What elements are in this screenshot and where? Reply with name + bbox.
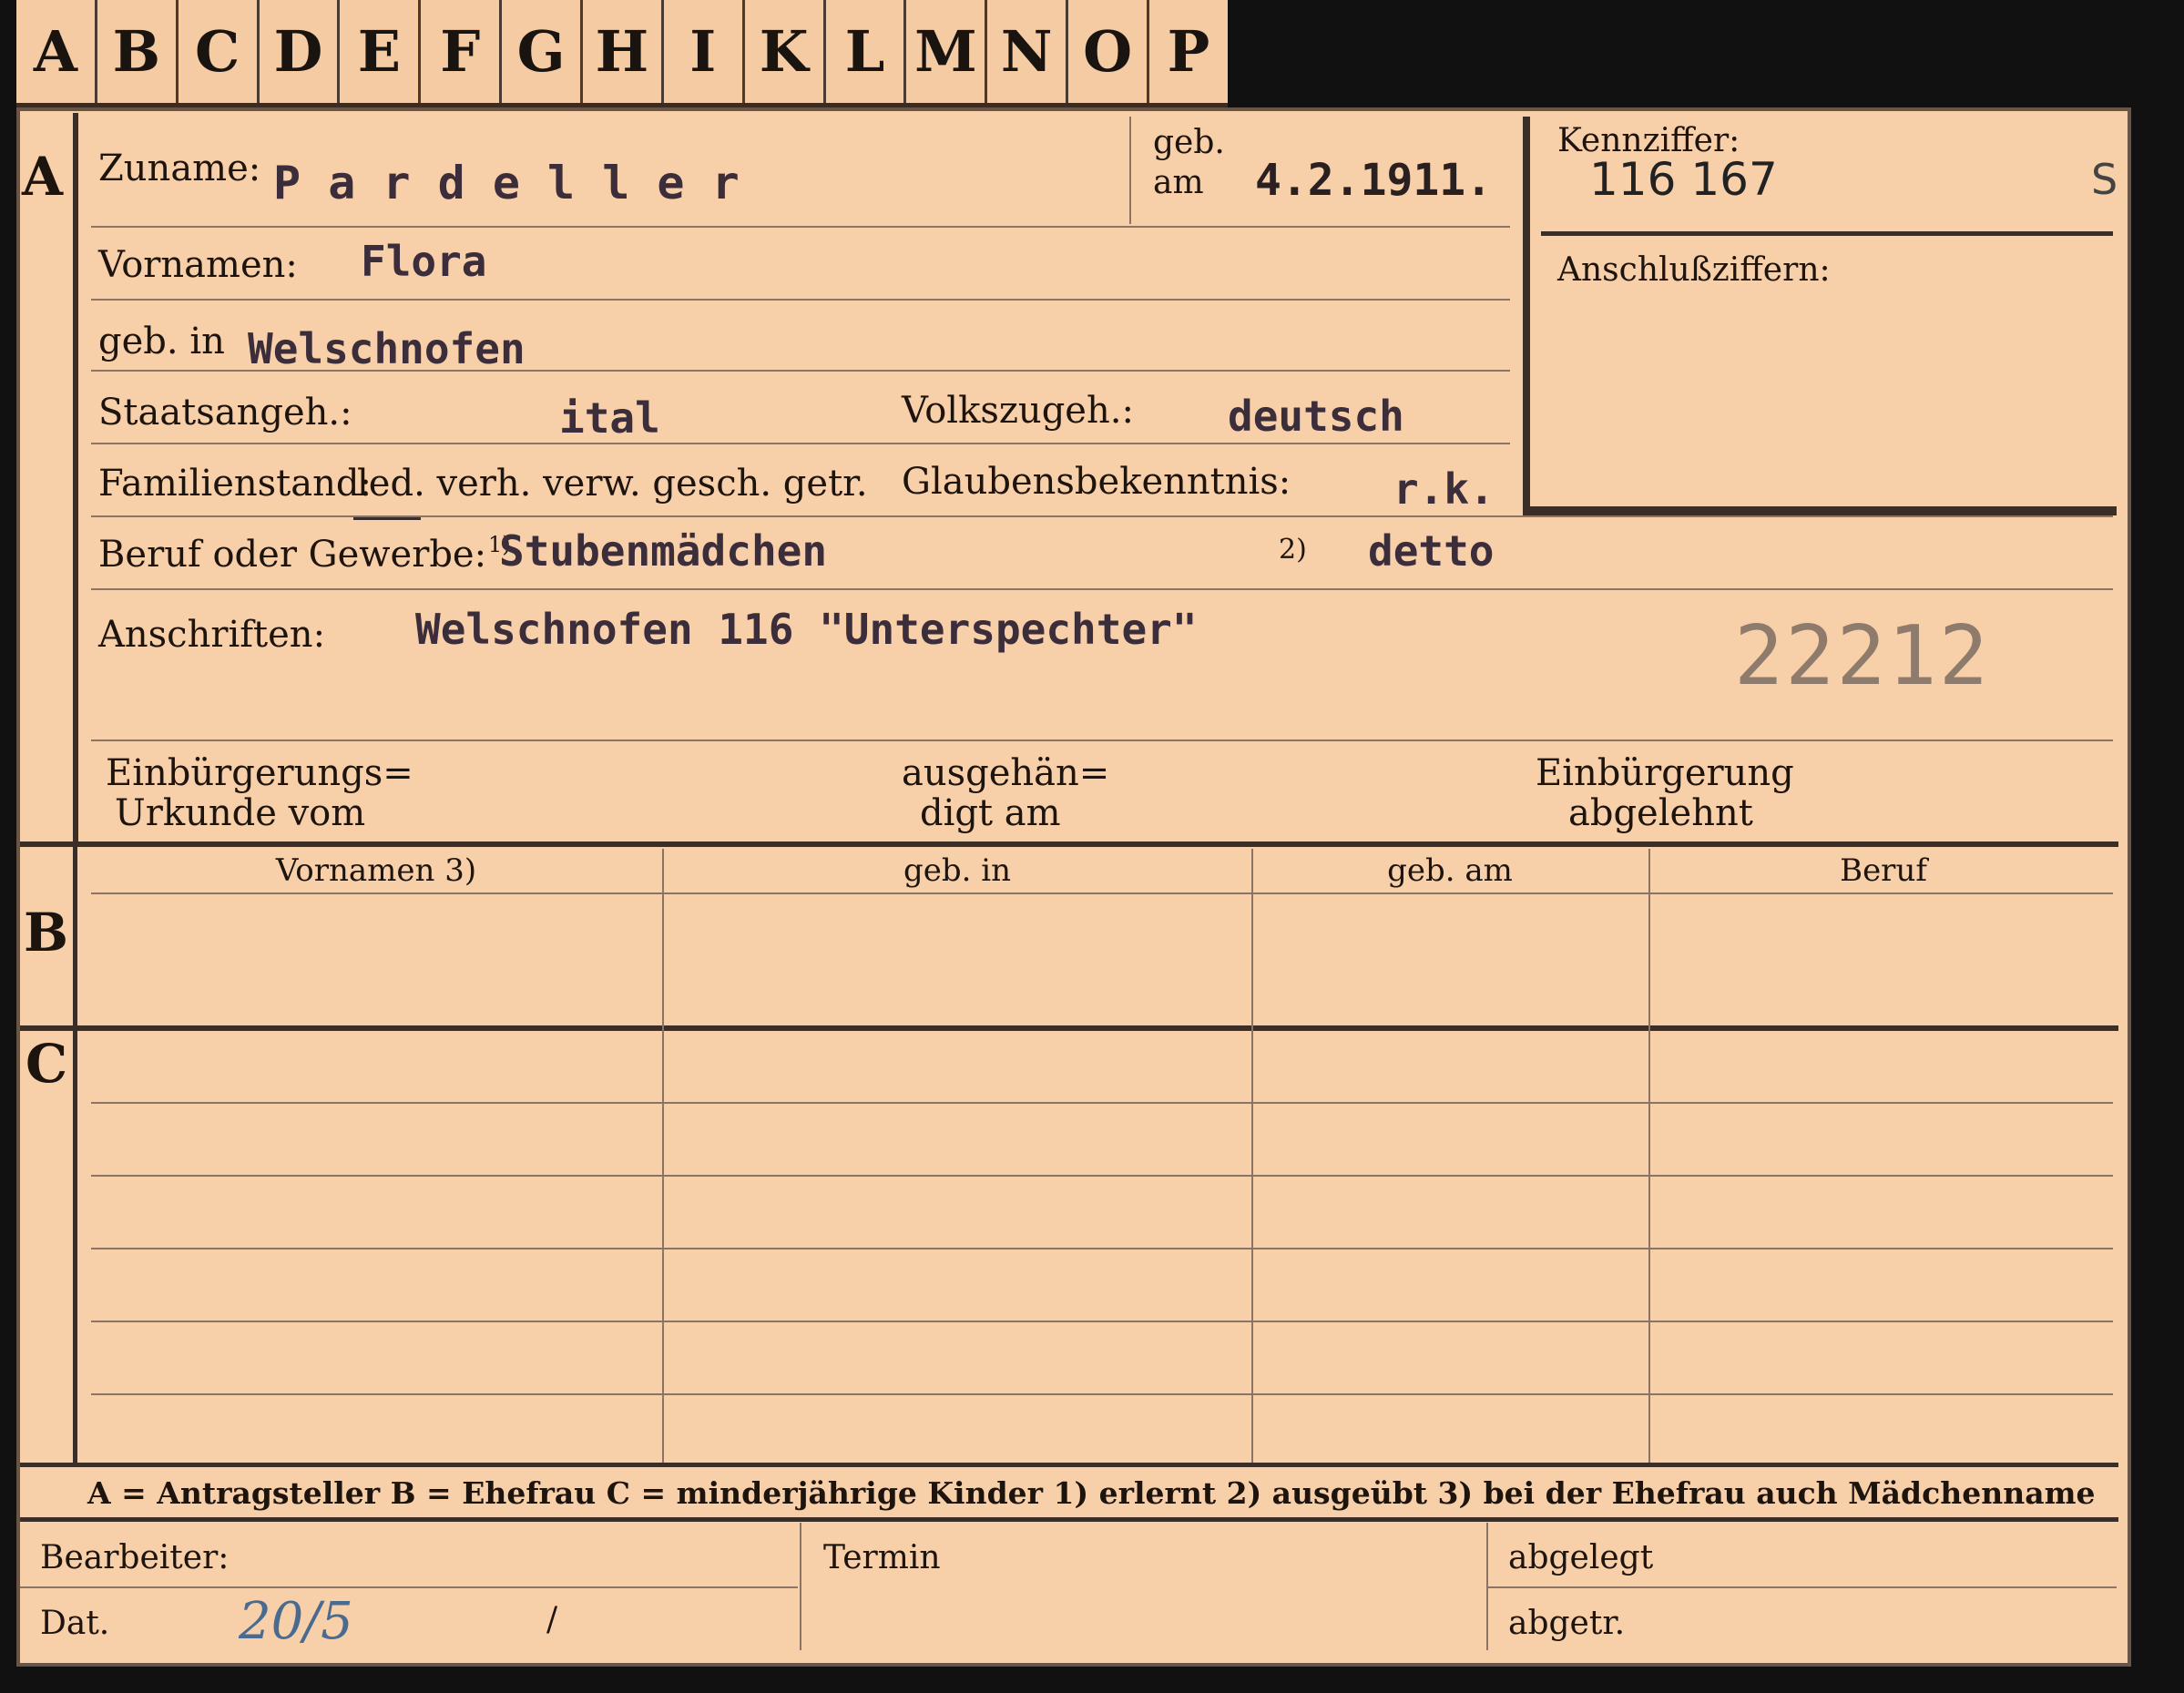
beruf-label: Beruf oder Gewerbe: xyxy=(98,534,487,576)
rule xyxy=(91,226,1510,228)
einbuergerung-label-1: Einbürgerung xyxy=(1536,752,1794,794)
volkszugeh-value: deutsch xyxy=(1228,392,1404,441)
legend-top-border xyxy=(20,1463,2118,1467)
geb-am-value: 4.2.1911. xyxy=(1255,155,1493,206)
beruf-note-2: 2) xyxy=(1279,534,1307,566)
anschrift-value: Welschnofen 116 "Unterspechter" xyxy=(415,605,1198,654)
tab-letter-b: B xyxy=(97,0,179,103)
geb-label: geb. xyxy=(1153,124,1225,161)
col-divider-2 xyxy=(1251,849,1253,1463)
geb-in-value: Welschnofen xyxy=(248,324,526,373)
rule xyxy=(91,1248,2113,1249)
volkszugeh-label: Volkszugeh.: xyxy=(902,390,1134,432)
staatsangeh-value: ital xyxy=(559,393,660,443)
glaubensbekenntnis-value: r.k. xyxy=(1393,464,1495,514)
geb-in-label: geb. in xyxy=(98,321,225,362)
einbuergerungs-label-2: Urkunde vom xyxy=(115,792,366,834)
section-b-left-border xyxy=(73,847,77,1025)
dat-slash: / xyxy=(546,1601,558,1638)
col-beruf-header: Beruf xyxy=(1840,852,1927,889)
tab-letter-o: O xyxy=(1068,0,1150,103)
abgetr-label: abgetr. xyxy=(1508,1605,1626,1642)
tab-letter-k: K xyxy=(745,0,826,103)
rule xyxy=(91,515,2113,517)
col-divider-3 xyxy=(1648,849,1650,1463)
section-a-left-border xyxy=(73,113,78,841)
legend-text: A = Antragsteller B = Ehefrau C = minder… xyxy=(87,1475,2096,1511)
einbuergerung-label-2: abgelehnt xyxy=(1568,792,1753,834)
tab-letter-m: M xyxy=(906,0,988,103)
rule xyxy=(91,1102,2113,1104)
kennziffer-suffix: S xyxy=(2091,155,2118,204)
familienstand-label: Familienstand: xyxy=(98,463,372,505)
dat-label: Dat. xyxy=(40,1605,110,1642)
rule xyxy=(91,892,2113,894)
rule xyxy=(91,1393,2113,1395)
rule xyxy=(91,1321,2113,1322)
beruf-2-value: detto xyxy=(1368,526,1495,576)
rule xyxy=(91,443,1510,444)
kennziffer-box-bottom xyxy=(1523,506,2117,515)
bearbeiter-label: Bearbeiter: xyxy=(40,1539,230,1576)
section-c-top-border xyxy=(20,1025,2118,1031)
tab-letter-f: F xyxy=(421,0,503,103)
familienstand-options: led. verh. verw. gesch. getr. xyxy=(357,463,868,505)
glaubensbekenntnis-label: Glaubensbekenntnis: xyxy=(902,461,1291,503)
dat-handwritten-value: 20/5 xyxy=(239,1592,353,1651)
kennziffer-value: 116 167 xyxy=(1589,153,1778,206)
abgelegt-label: abgelegt xyxy=(1508,1539,1654,1576)
tab-letter-i: I xyxy=(664,0,745,103)
zuname-label: Zuname: xyxy=(98,148,261,189)
einbuergerungs-label-1: Einbürgerungs= xyxy=(106,752,413,794)
beruf-value: Stubenmädchen xyxy=(499,526,828,576)
kennziffer-divider xyxy=(1541,231,2113,236)
rule xyxy=(1488,1586,2117,1588)
tab-letter-p: P xyxy=(1167,18,1210,85)
geb-am-divider xyxy=(1129,117,1131,224)
anschriften-label: Anschriften: xyxy=(98,614,326,656)
section-b-top-border xyxy=(20,841,2118,847)
staatsangeh-label: Staatsangeh.: xyxy=(98,392,352,433)
zuname-value: P a r d e l l e r xyxy=(273,157,740,209)
tab-letter-g: G xyxy=(502,0,584,103)
ausgehaen-label-1: ausgehän= xyxy=(902,752,1110,794)
termin-label: Termin xyxy=(823,1539,941,1576)
kennziffer-box-left xyxy=(1523,117,1530,517)
section-b-letter: B xyxy=(24,902,69,964)
rule xyxy=(20,1586,798,1588)
stamp-number: 22212 xyxy=(1734,608,1990,704)
vornamen-value: Flora xyxy=(361,237,487,286)
section-c-letter: C xyxy=(26,1033,68,1095)
rule xyxy=(91,299,1510,301)
ausgehaen-label-2: digt am xyxy=(920,792,1061,834)
tab-letter-d: D xyxy=(260,0,341,103)
tab-letter-l: L xyxy=(826,0,907,103)
col-vornamen-header: Vornamen 3) xyxy=(275,852,477,889)
tab-letter-e: E xyxy=(340,0,422,103)
rule xyxy=(91,370,1510,372)
vornamen-label: Vornamen: xyxy=(98,244,298,286)
rule xyxy=(91,739,2113,741)
section-c-left-border xyxy=(73,1031,77,1463)
tab-letter-a: A xyxy=(16,0,97,103)
rule xyxy=(91,1175,2113,1177)
am-label: am xyxy=(1153,164,1204,201)
footer-divider-1 xyxy=(800,1523,801,1650)
col-divider-1 xyxy=(662,849,664,1463)
col-geb-am-header: geb. am xyxy=(1387,852,1513,889)
tab-letter-c: C xyxy=(179,0,260,103)
col-geb-in-header: geb. in xyxy=(903,852,1012,889)
alphabet-tab-strip: ABCDEFGHIKLMNOP xyxy=(16,0,1228,107)
anschlussziffern-label: Anschlußziffern: xyxy=(1557,251,1831,289)
tab-letter-h: H xyxy=(583,0,664,103)
legend-bottom-border xyxy=(20,1517,2118,1522)
section-a-letter: A xyxy=(22,146,64,208)
rule xyxy=(91,588,2113,590)
tab-letter-n: N xyxy=(987,0,1069,103)
